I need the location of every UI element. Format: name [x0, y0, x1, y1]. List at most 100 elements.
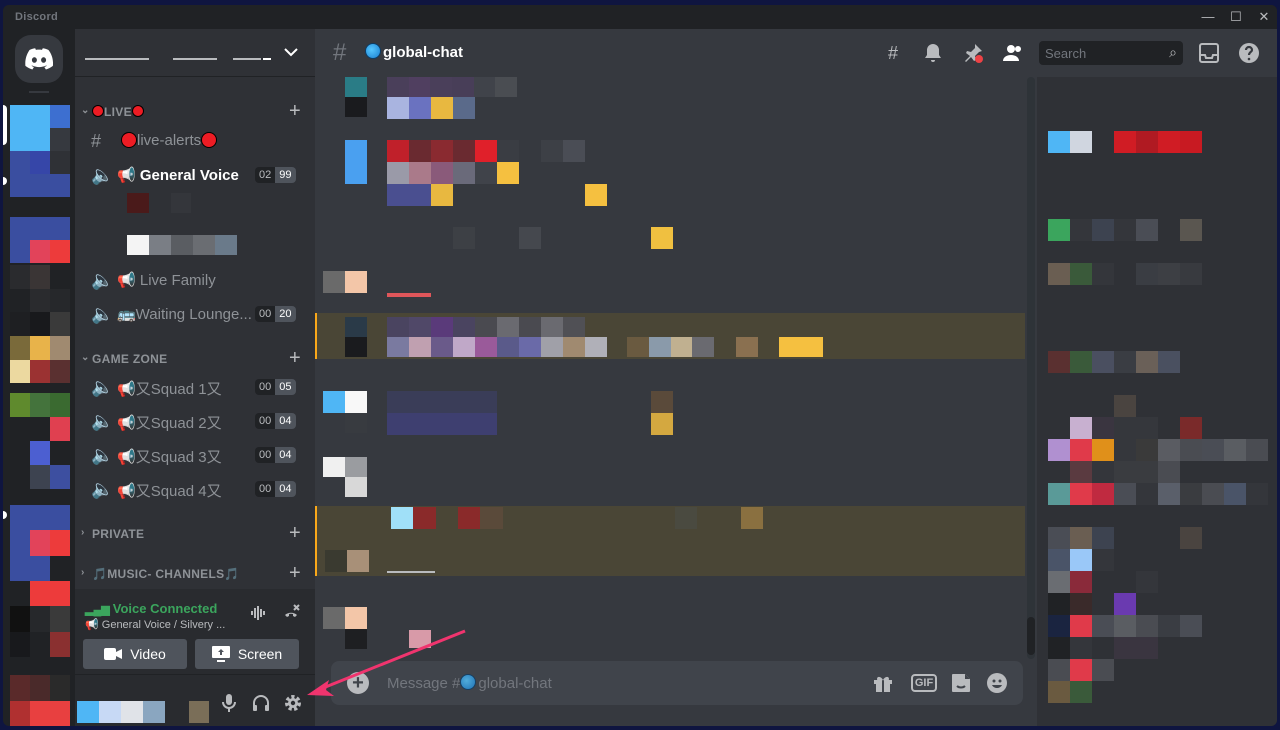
voice-status[interactable]: ▂▄▆ Voice Connected	[85, 601, 217, 616]
member-item-group[interactable]	[1048, 527, 1202, 703]
message-content	[387, 184, 453, 206]
sticker-icon[interactable]	[949, 671, 973, 695]
category-label: LIVE	[92, 105, 144, 119]
app-title: Discord	[15, 11, 59, 23]
add-attachment-button[interactable]: +	[347, 672, 369, 694]
category-label: 🎵MUSIC- CHANNELS🎵	[92, 567, 240, 581]
user-limit-badge: 00 04	[255, 481, 296, 497]
channel-general-voice[interactable]: 🔈 📢 General Voice 02 99	[83, 159, 307, 191]
channel-squad-3[interactable]: 🔈 📢又Squad 3又 00 04	[83, 439, 307, 471]
member-item[interactable]	[1048, 263, 1202, 285]
message-avatar[interactable]	[323, 271, 367, 293]
message-content	[387, 337, 607, 357]
header-right: Search ⌕	[1037, 29, 1277, 77]
chat-scrollbar-thumb[interactable]	[1027, 617, 1035, 655]
category-music-channels[interactable]: › 🎵MUSIC- CHANNELS🎵 +	[75, 562, 315, 585]
category-private[interactable]: › PRIVATE +	[75, 522, 315, 545]
gif-button[interactable]: GIF	[911, 674, 937, 692]
channel-live-alerts[interactable]: # live-alerts	[83, 125, 307, 157]
message-content	[585, 184, 607, 206]
message-avatar[interactable]	[323, 457, 367, 497]
video-label: Video	[130, 646, 166, 662]
channel-squad-2[interactable]: 🔈 📢又Squad 2又 00 04	[83, 405, 307, 437]
user-limit-badge: 00 05	[255, 379, 296, 395]
server-icon[interactable]	[10, 217, 70, 263]
message-input[interactable]: Message # global-chat	[387, 674, 552, 692]
add-channel-button[interactable]: +	[289, 347, 301, 370]
server-icon[interactable]	[10, 393, 70, 489]
voice-user-row[interactable]	[127, 235, 237, 255]
close-button[interactable]: ✕	[1251, 7, 1277, 27]
user-panel	[75, 675, 315, 726]
message-content	[541, 140, 585, 162]
notification-bell-icon[interactable]	[921, 41, 945, 65]
chat-scrollbar-track[interactable]	[1027, 77, 1035, 659]
threads-icon[interactable]: #	[881, 41, 905, 65]
channel-squad-1[interactable]: 🔈 📢又Squad 1又 00 05	[83, 371, 307, 403]
message-avatar[interactable]	[345, 317, 367, 357]
member-item-group[interactable]	[1048, 395, 1268, 505]
server-icon[interactable]	[10, 105, 70, 197]
channel-label: 📢又Squad 2又	[117, 415, 222, 432]
screen-share-icon	[211, 646, 230, 662]
message-avatar[interactable]	[323, 607, 367, 629]
message-composer[interactable]: + Message # global-chat GIF	[331, 661, 1023, 705]
maximize-button[interactable]: ☐	[1223, 7, 1249, 27]
member-item[interactable]	[1048, 219, 1202, 241]
member-list-icon[interactable]	[1001, 41, 1025, 65]
message-content	[497, 140, 519, 162]
minimize-button[interactable]: —	[1195, 7, 1221, 27]
voice-connection-panel: ▂▄▆ Voice Connected 📢 General Voice / Si…	[75, 589, 315, 675]
voice-user-avatar[interactable]	[171, 193, 191, 213]
screen-share-button[interactable]: Screen	[195, 639, 299, 669]
search-input[interactable]: Search ⌕	[1039, 41, 1183, 65]
category-live[interactable]: ⌄ LIVE +	[75, 100, 315, 123]
category-game-zone[interactable]: ⌄ GAME ZONE +	[75, 347, 315, 370]
user-tag-redacted	[189, 701, 209, 723]
search-placeholder: Search	[1045, 46, 1087, 61]
channel-squad-4[interactable]: 🔈 📢又Squad 4又 00 04	[83, 473, 307, 505]
video-button[interactable]: Video	[83, 639, 187, 669]
message-avatar[interactable]	[345, 77, 367, 97]
gift-icon[interactable]	[871, 671, 895, 695]
emoji-icon[interactable]	[985, 671, 1009, 695]
speaker-icon: 🔈	[91, 377, 114, 397]
inbox-icon[interactable]	[1197, 41, 1221, 65]
channel-label: 📢又Squad 1又	[117, 381, 222, 398]
headphones-icon[interactable]	[251, 693, 271, 713]
voice-channel-subtitle[interactable]: 📢 General Voice / Silvery ...	[85, 618, 235, 631]
discord-home-button[interactable]	[15, 35, 63, 83]
voice-user-avatar[interactable]	[127, 193, 149, 213]
hash-icon: #	[91, 131, 102, 151]
message-avatar[interactable]	[325, 550, 369, 572]
server-icon[interactable]	[10, 675, 70, 726]
category-label: GAME ZONE	[92, 352, 168, 366]
user-avatar-name[interactable]	[77, 701, 165, 723]
microphone-icon[interactable]	[221, 693, 237, 713]
channel-waiting-lounge[interactable]: 🔈 🚌Waiting Lounge... 00 20	[83, 298, 307, 330]
help-icon[interactable]	[1237, 41, 1261, 65]
channel-live-family[interactable]: 🔈 📢 Live Family	[83, 264, 307, 296]
pinned-messages-icon[interactable]	[961, 41, 985, 65]
add-channel-button[interactable]: +	[289, 100, 301, 123]
discord-logo-icon	[25, 48, 53, 70]
channel-label: 📢 Live Family	[117, 272, 216, 289]
add-channel-button[interactable]: +	[289, 562, 301, 585]
member-item[interactable]	[1048, 131, 1202, 153]
message-content	[387, 571, 435, 573]
disconnect-icon[interactable]	[281, 603, 301, 623]
noise-suppression-icon[interactable]	[249, 603, 269, 623]
server-icon[interactable]	[10, 505, 70, 657]
add-channel-button[interactable]: +	[289, 522, 301, 545]
message-avatar[interactable]	[345, 140, 367, 184]
globe-icon	[365, 43, 381, 59]
chevron-down-icon[interactable]	[281, 42, 301, 62]
settings-gear-icon[interactable]	[283, 693, 303, 713]
speaker-icon: 🔈	[91, 411, 114, 431]
signal-icon: ▂▄▆	[85, 604, 113, 616]
message-avatar[interactable]	[323, 391, 367, 413]
red-circle-icon	[131, 105, 144, 117]
member-item[interactable]	[1048, 351, 1180, 373]
server-icon[interactable]	[10, 265, 70, 407]
guild-header[interactable]	[75, 29, 315, 77]
